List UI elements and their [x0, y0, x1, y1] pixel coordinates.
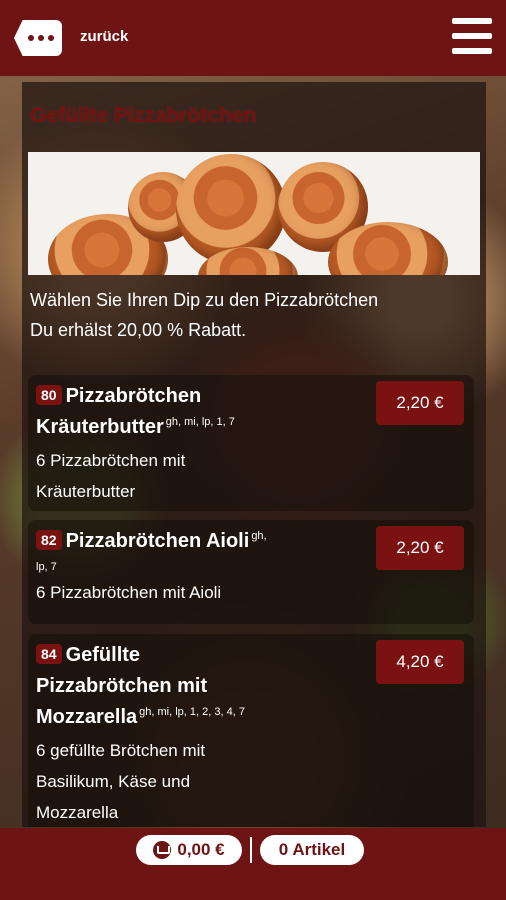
category-image: [28, 152, 480, 275]
footer-divider: [250, 837, 252, 863]
item-description-line2: Basilikum, Käse und: [36, 772, 191, 791]
content-panel: Gefüllte Pizzabrötchen Wählen Sie Ihren …: [22, 82, 486, 827]
item-allergens: gh,: [251, 530, 267, 542]
top-bar: zurück: [0, 0, 506, 76]
menu-item[interactable]: 84 Gefüllte Pizzabrötchen mit Mozzarella g…: [28, 634, 474, 827]
hamburger-menu-icon[interactable]: [452, 18, 492, 54]
back-label[interactable]: zurück: [80, 28, 128, 45]
item-number: 80: [36, 385, 62, 405]
price-button[interactable]: 4,20 €: [376, 640, 464, 684]
footer-bar: 0,00 € 0 Artikel: [0, 828, 506, 900]
back-button[interactable]: [14, 20, 62, 56]
page-title: Gefüllte Pizzabrötchen: [30, 104, 257, 127]
item-name: Pizzabrötchen: [65, 385, 202, 407]
item-description-line1: 6 Pizzabrötchen mit Aioli: [36, 583, 222, 602]
item-number: 82: [36, 530, 62, 550]
item-number: 84: [36, 644, 62, 664]
items-count-button[interactable]: 0 Artikel: [260, 835, 364, 865]
item-name-line2: Kräuterbutter: [36, 416, 164, 438]
cart-icon: [153, 841, 172, 859]
price-button[interactable]: 2,20 €: [376, 381, 464, 425]
item-allergens: gh, mi, lp, 1, 7: [165, 416, 235, 428]
item-description: 6 Pizzabrötchen mit Aioli: [36, 577, 466, 608]
item-allergens-cont: lp, 7: [36, 561, 57, 573]
price-button[interactable]: 2,20 €: [376, 526, 464, 570]
cart-total-button[interactable]: 0,00 €: [136, 835, 242, 865]
cart-total: 0,00 €: [177, 840, 225, 859]
intro-line-discount: Du erhälst 20,00 % Rabatt.: [30, 320, 247, 340]
intro-text: Wählen Sie Ihren Dip zu den Pizzabrötche…: [30, 285, 480, 345]
menu-item[interactable]: 82 Pizzabrötchen Aioli gh, lp, 7 6 Pizzabr…: [28, 520, 474, 624]
item-allergens: gh, mi, lp, 1, 2, 3, 4, 7: [139, 706, 245, 718]
menu-item[interactable]: 80 Pizzabrötchen Kräuterbutter gh, mi, lp,…: [28, 375, 474, 511]
item-description-line1: 6 gefüllte Brötchen mit: [36, 741, 206, 760]
item-description-line3: Mozzarella: [36, 803, 119, 822]
item-description-line2: Kräuterbutter: [36, 482, 136, 501]
intro-line-dip: Wählen Sie Ihren Dip zu den Pizzabrötche…: [30, 290, 379, 310]
item-description-line1: 6 Pizzabrötchen mit: [36, 451, 186, 470]
item-description: 6 gefüllte Brötchen mit Basilikum, Käse …: [36, 735, 466, 827]
item-description: 6 Pizzabrötchen mit Kräuterbutter: [36, 445, 466, 507]
item-name-line2: Pizzabrötchen mit: [36, 675, 208, 697]
more-dots-icon: [28, 35, 54, 41]
item-name-line3: Mozzarella: [36, 706, 138, 728]
item-name: Gefüllte: [65, 644, 141, 666]
item-name: Pizzabrötchen Aioli: [65, 530, 250, 552]
